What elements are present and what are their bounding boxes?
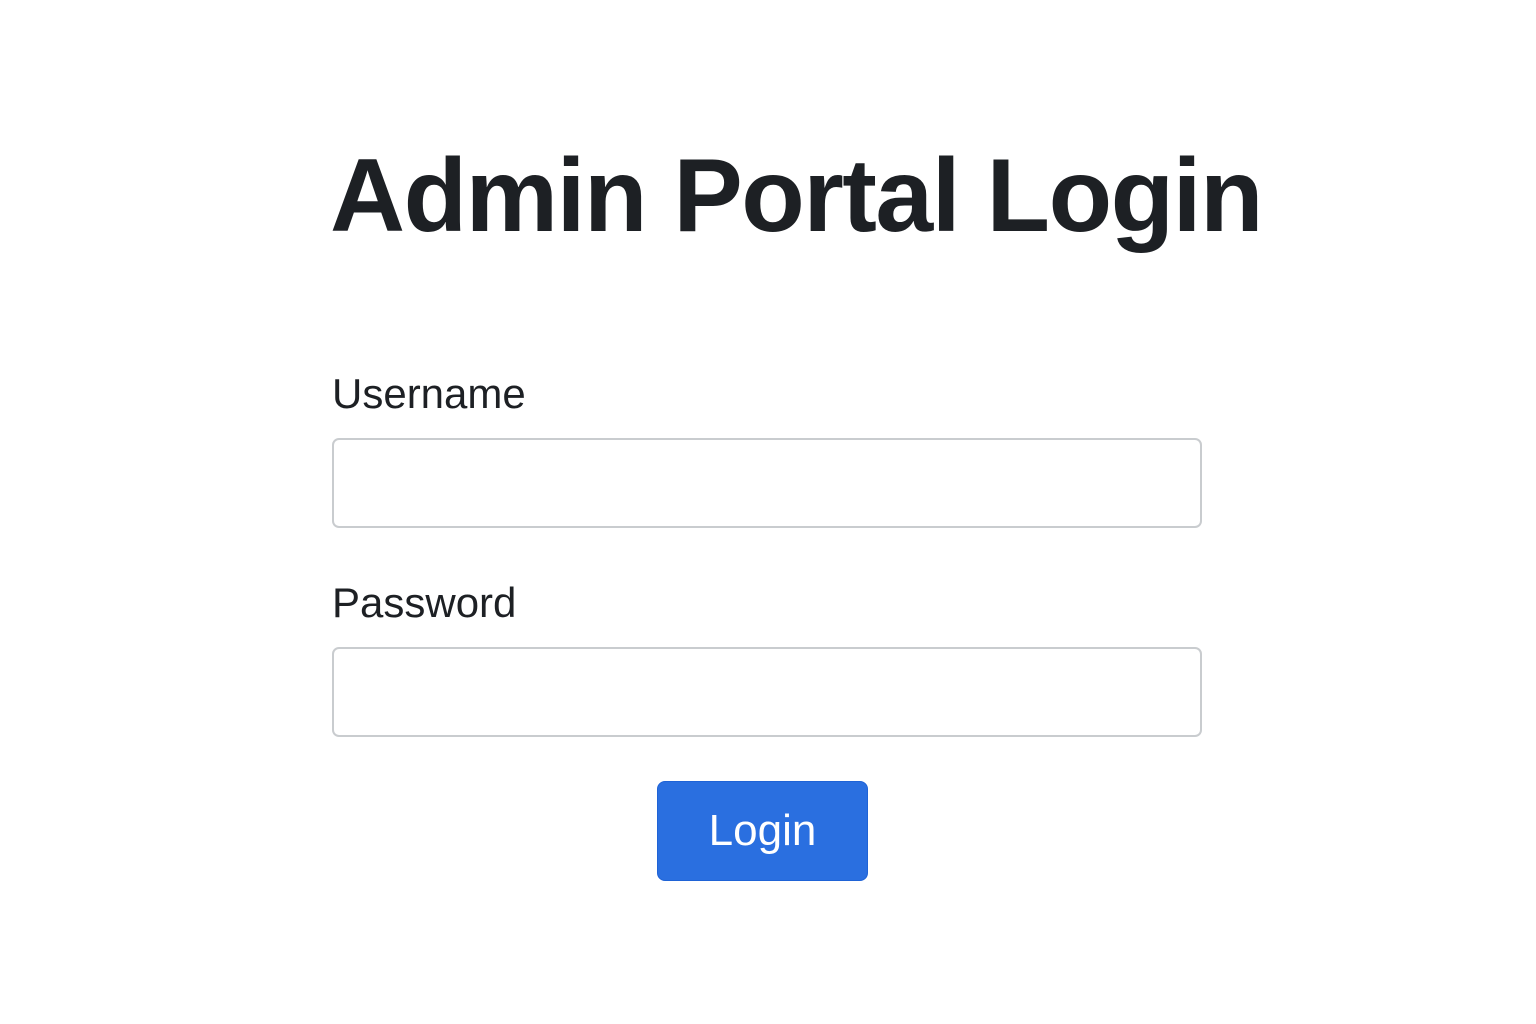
page-title: Admin Portal Login bbox=[330, 138, 1264, 254]
password-label: Password bbox=[332, 579, 517, 626]
username-input[interactable] bbox=[332, 438, 1202, 528]
login-button[interactable]: Login bbox=[657, 781, 868, 881]
username-label: Username bbox=[332, 370, 526, 417]
password-input[interactable] bbox=[332, 647, 1202, 737]
